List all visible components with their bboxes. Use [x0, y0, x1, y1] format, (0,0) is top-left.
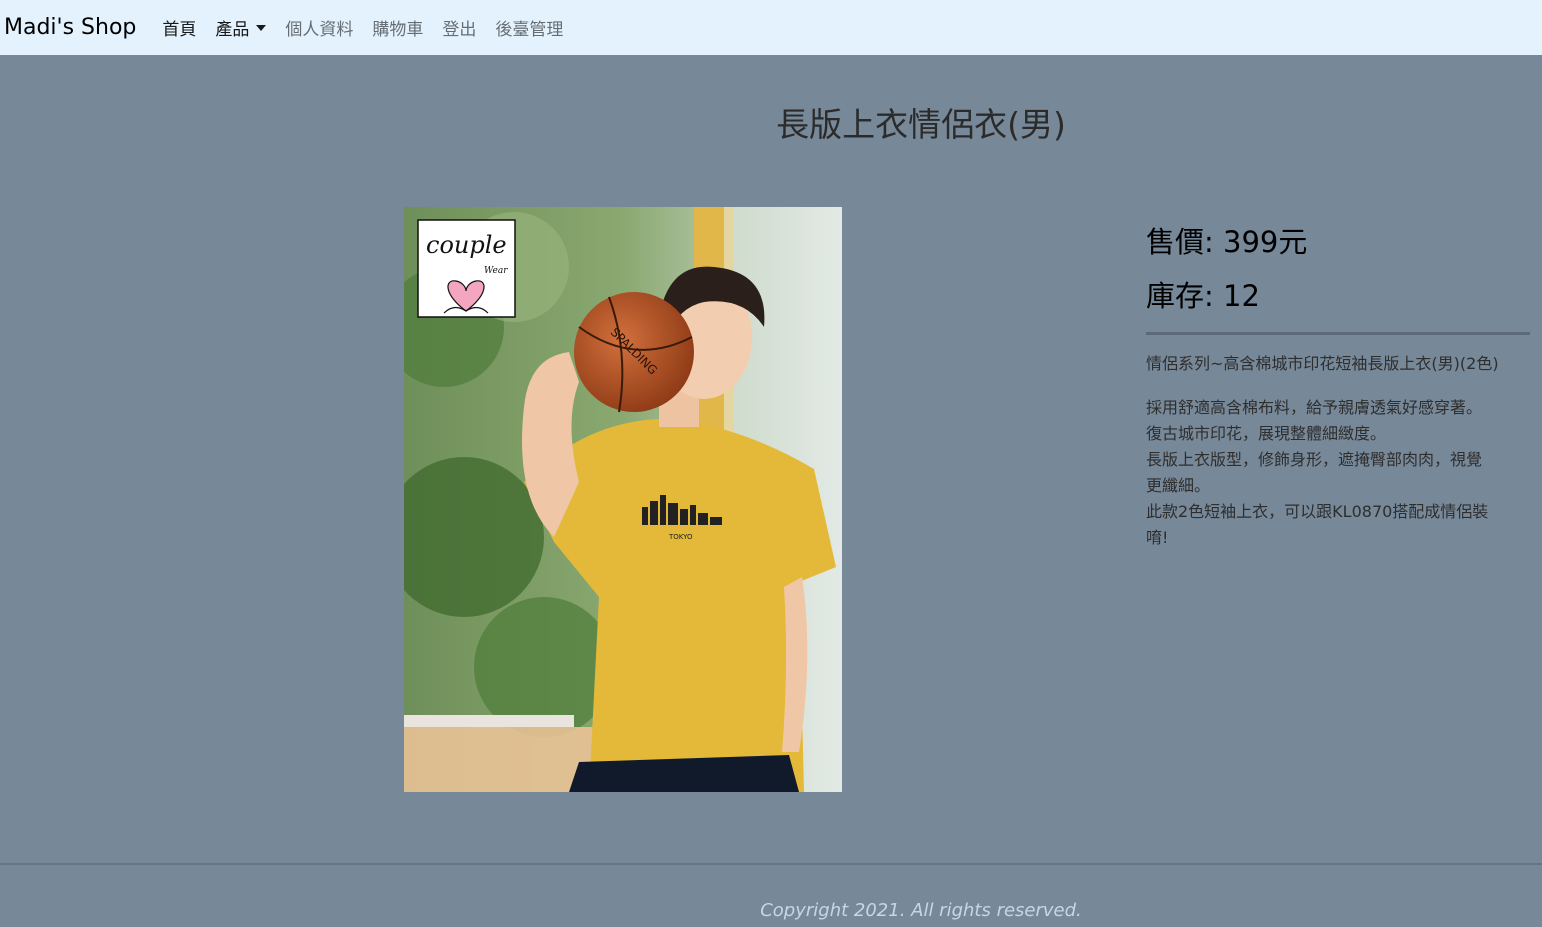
nav-home[interactable]: 首頁 — [162, 15, 196, 40]
caret-down-icon — [256, 24, 267, 31]
nav-products-dropdown[interactable]: 產品 — [215, 15, 267, 40]
description-line: 唷! — [1146, 528, 1169, 547]
brand-link[interactable]: Madi's Shop — [4, 15, 136, 40]
nav-cart[interactable]: 購物車 — [372, 15, 423, 40]
nav-logout[interactable]: 登出 — [442, 15, 476, 40]
footer-divider — [0, 863, 1542, 865]
product-subtitle: 情侶系列~高含棉城市印花短袖長版上衣(男)(2色) — [1146, 354, 1499, 373]
description-line: 採用舒適高含棉布料，給予親膚透氣好感穿著。 — [1146, 398, 1483, 417]
description-line: 更纖細。 — [1146, 476, 1211, 495]
product-description: 採用舒適高含棉布料，給予親膚透氣好感穿著。 復古城市印花，展現整體細緻度。 長版… — [1146, 395, 1530, 551]
product-image: SPALDING TOKYO couple Wear — [404, 207, 842, 792]
product-price: 售價: 399元 — [1146, 225, 1308, 259]
product-stock: 庫存: 12 — [1146, 279, 1260, 313]
shirt-print-text: TOKYO — [668, 533, 693, 541]
nav-admin[interactable]: 後臺管理 — [495, 15, 563, 40]
copyright-text: Copyright 2021. All rights reserved. — [760, 900, 1082, 921]
info-divider — [1146, 332, 1530, 335]
description-line: 此款2色短袖上衣，可以跟KL0870搭配成情侶裝 — [1146, 502, 1489, 521]
description-line: 長版上衣版型，修飾身形，遮掩臀部肉肉，視覺 — [1146, 450, 1483, 469]
logo-text: couple — [426, 231, 507, 259]
navbar: Madi's Shop 首頁 產品 個人資料 購物車 登出 後臺管理 — [0, 0, 1542, 55]
nav-profile[interactable]: 個人資料 — [285, 15, 353, 40]
product-title: 長版上衣情侶衣(男) — [776, 105, 1066, 144]
product-info: 售價: 399元 庫存: 12 情侶系列~高含棉城市印花短袖長版上衣(男)(2色… — [1146, 220, 1530, 551]
logo-subtext: Wear — [484, 266, 508, 276]
product-title-wrap: 長版上衣情侶衣(男) — [0, 98, 1542, 146]
description-line: 復古城市印花，展現整體細緻度。 — [1146, 424, 1387, 443]
nav-products-label: 產品 — [215, 20, 250, 40]
